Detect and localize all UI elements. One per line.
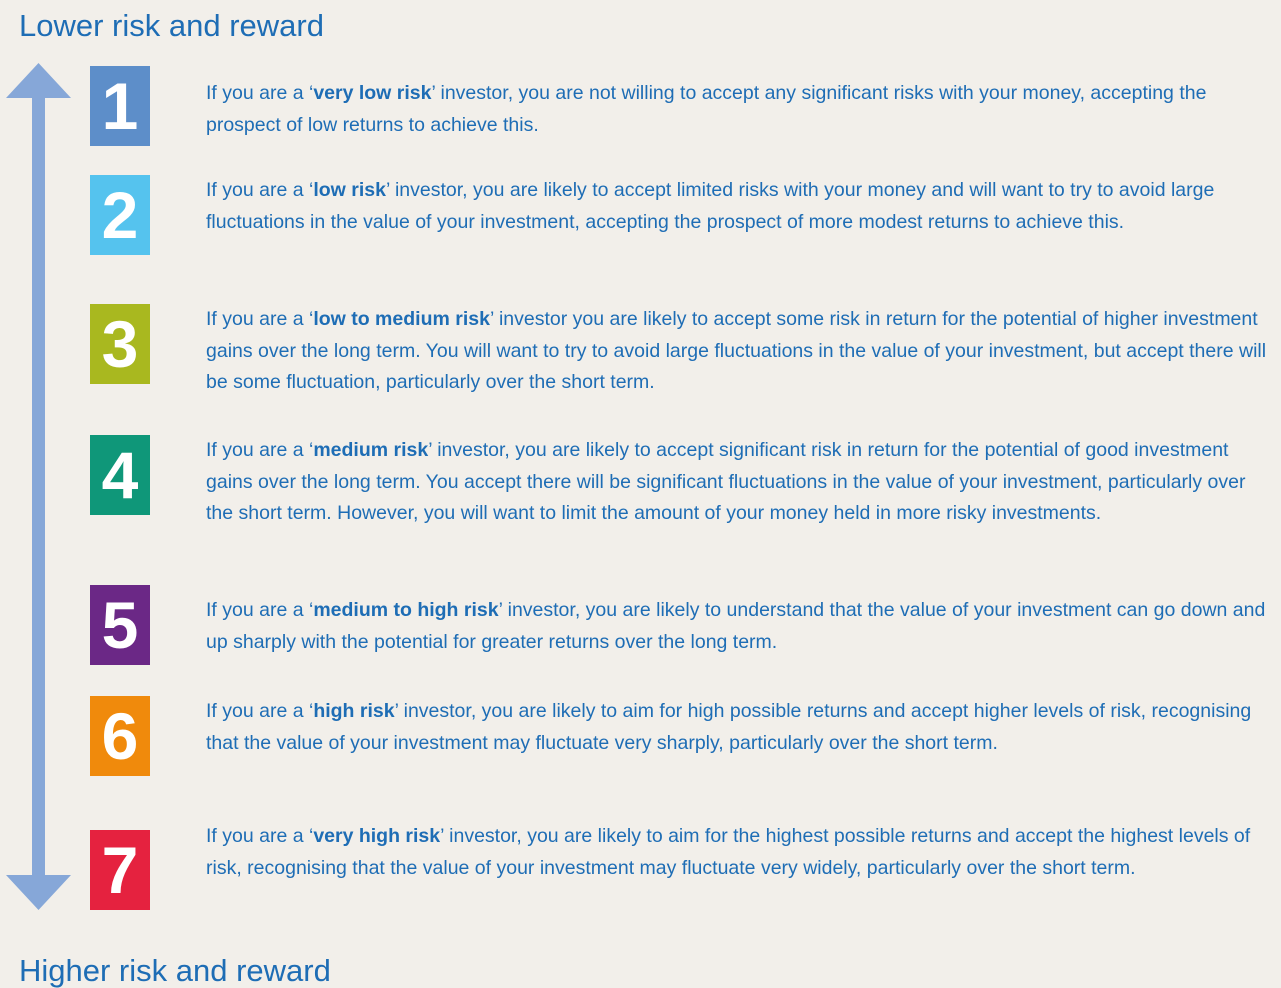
arrow-shaft xyxy=(32,88,45,882)
risk-description-3: If you are a ‘low to medium risk’ invest… xyxy=(206,304,1276,399)
risk-badge-5: 5 xyxy=(90,585,150,665)
risk-badge-7: 7 xyxy=(90,830,150,910)
risk-label-high: high risk xyxy=(313,700,395,722)
desc-prefix: If you are a ‘ xyxy=(206,439,314,461)
arrow-head-down xyxy=(6,875,71,910)
desc-prefix: If you are a ‘ xyxy=(206,179,314,201)
risk-label-low-to-medium: low to medium risk xyxy=(313,308,490,330)
risk-badge-3: 3 xyxy=(90,304,150,384)
risk-badge-6: 6 xyxy=(90,696,150,776)
risk-description-1: If you are a ‘very low risk’ investor, y… xyxy=(206,78,1276,141)
risk-description-6: If you are a ‘high risk’ investor, you a… xyxy=(206,696,1276,759)
arrow-head-up xyxy=(6,63,71,98)
risk-label-medium: medium risk xyxy=(313,439,429,461)
risk-label-very-high: very high risk xyxy=(313,825,441,847)
risk-description-7: If you are a ‘very high risk’ investor, … xyxy=(206,821,1276,884)
desc-prefix: If you are a ‘ xyxy=(206,308,314,330)
risk-badge-2: 2 xyxy=(90,175,150,255)
risk-description-5: If you are a ‘medium to high risk’ inves… xyxy=(206,595,1276,658)
risk-badge-1: 1 xyxy=(90,66,150,146)
desc-prefix: If you are a ‘ xyxy=(206,82,314,104)
desc-prefix: If you are a ‘ xyxy=(206,599,314,621)
risk-label-medium-to-high: medium to high risk xyxy=(313,599,499,621)
double-headed-vertical-arrow-icon xyxy=(6,63,71,910)
heading-higher-risk: Higher risk and reward xyxy=(19,953,331,988)
risk-description-2: If you are a ‘low risk’ investor, you ar… xyxy=(206,175,1276,238)
risk-label-very-low: very low risk xyxy=(313,82,432,104)
desc-prefix: If you are a ‘ xyxy=(206,700,314,722)
risk-label-low: low risk xyxy=(313,179,386,201)
risk-badge-4: 4 xyxy=(90,435,150,515)
risk-description-4: If you are a ‘medium risk’ investor, you… xyxy=(206,435,1276,530)
desc-prefix: If you are a ‘ xyxy=(206,825,314,847)
